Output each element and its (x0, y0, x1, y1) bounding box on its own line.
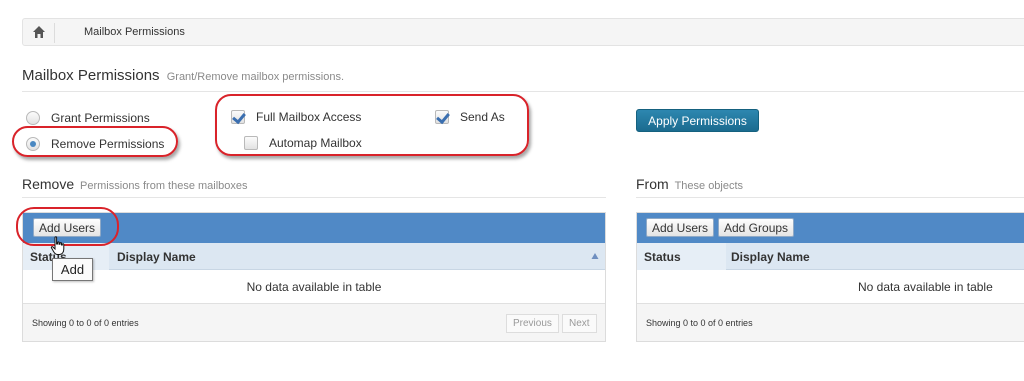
breadcrumb-separator (54, 23, 55, 43)
remove-table-info: Showing 0 to 0 of 0 entries (32, 318, 139, 328)
next-page-button[interactable]: Next (562, 314, 597, 333)
remove-section-heading: Remove (22, 176, 75, 192)
remove-table-empty: No data available in table (246, 280, 382, 294)
remove-mailboxes-table: Add Users Status Display Name No data av… (22, 212, 606, 342)
remove-permissions-radio[interactable]: Remove Permissions (26, 135, 164, 153)
from-table-header: Status Display Name (637, 243, 1024, 270)
previous-page-button[interactable]: Previous (506, 314, 559, 333)
remove-radio-circle[interactable] (26, 137, 40, 151)
from-add-users-button[interactable]: Add Users (646, 218, 715, 237)
remove-section-title: Remove Permissions from these mailboxes (22, 176, 248, 192)
from-table-toolbar: Add Users Add Groups (637, 213, 1024, 243)
automap-mailbox-box[interactable] (244, 136, 258, 150)
remove-section-divider (22, 197, 606, 198)
grant-radio-circle[interactable] (26, 111, 40, 125)
send-as-checkbox[interactable]: Send As (435, 108, 505, 126)
page-title-text: Mailbox Permissions (22, 67, 160, 84)
from-section-subtitle: These objects (674, 180, 744, 192)
remove-table-footer: Showing 0 to 0 of 0 entries Previous Nex… (23, 303, 605, 341)
display-name-column-header[interactable]: Display Name (117, 243, 196, 270)
hand-cursor-icon (50, 236, 65, 255)
from-objects-table: Add Users Add Groups Status Display Name… (636, 212, 1024, 342)
home-icon[interactable] (32, 25, 46, 39)
from-section-title: From These objects (636, 176, 743, 192)
remove-add-users-button[interactable]: Add Users (33, 218, 102, 237)
full-mailbox-access-checkbox[interactable]: Full Mailbox Access (231, 108, 361, 126)
remove-table-toolbar: Add Users (23, 213, 605, 243)
add-tooltip: Add (52, 258, 93, 281)
automap-mailbox-label: Automap Mailbox (269, 136, 362, 150)
sort-asc-icon[interactable] (591, 252, 599, 260)
breadcrumb-current: Mailbox Permissions (84, 26, 185, 38)
from-section-divider (636, 197, 1024, 198)
breadcrumb: Mailbox Permissions (22, 18, 1024, 46)
from-table-info: Showing 0 to 0 of 0 entries (646, 318, 753, 328)
from-add-groups-button[interactable]: Add Groups (718, 218, 795, 237)
grant-permissions-radio[interactable]: Grant Permissions (26, 109, 150, 127)
full-mailbox-access-label: Full Mailbox Access (256, 110, 362, 124)
from-display-name-column-header[interactable]: Display Name (731, 243, 810, 270)
send-as-box[interactable] (435, 110, 449, 124)
from-table-empty: No data available in table (858, 280, 993, 294)
full-mailbox-access-box[interactable] (231, 110, 245, 124)
remove-permissions-label: Remove Permissions (51, 137, 165, 151)
page-subtitle: Grant/Remove mailbox permissions. (166, 71, 345, 83)
title-divider (22, 91, 1024, 92)
grant-permissions-label: Grant Permissions (51, 111, 150, 125)
from-table-footer: Showing 0 to 0 of 0 entries (637, 303, 1024, 341)
apply-permissions-button[interactable]: Apply Permissions (636, 109, 759, 132)
page-title: Mailbox Permissions Grant/Remove mailbox… (22, 67, 344, 84)
remove-section-subtitle: Permissions from these mailboxes (80, 180, 248, 192)
automap-mailbox-checkbox[interactable]: Automap Mailbox (244, 134, 362, 152)
remove-table-header: Status Display Name (23, 243, 605, 270)
send-as-label: Send As (460, 110, 505, 124)
from-status-column-header[interactable]: Status (644, 243, 681, 270)
from-section-heading: From (636, 176, 669, 192)
